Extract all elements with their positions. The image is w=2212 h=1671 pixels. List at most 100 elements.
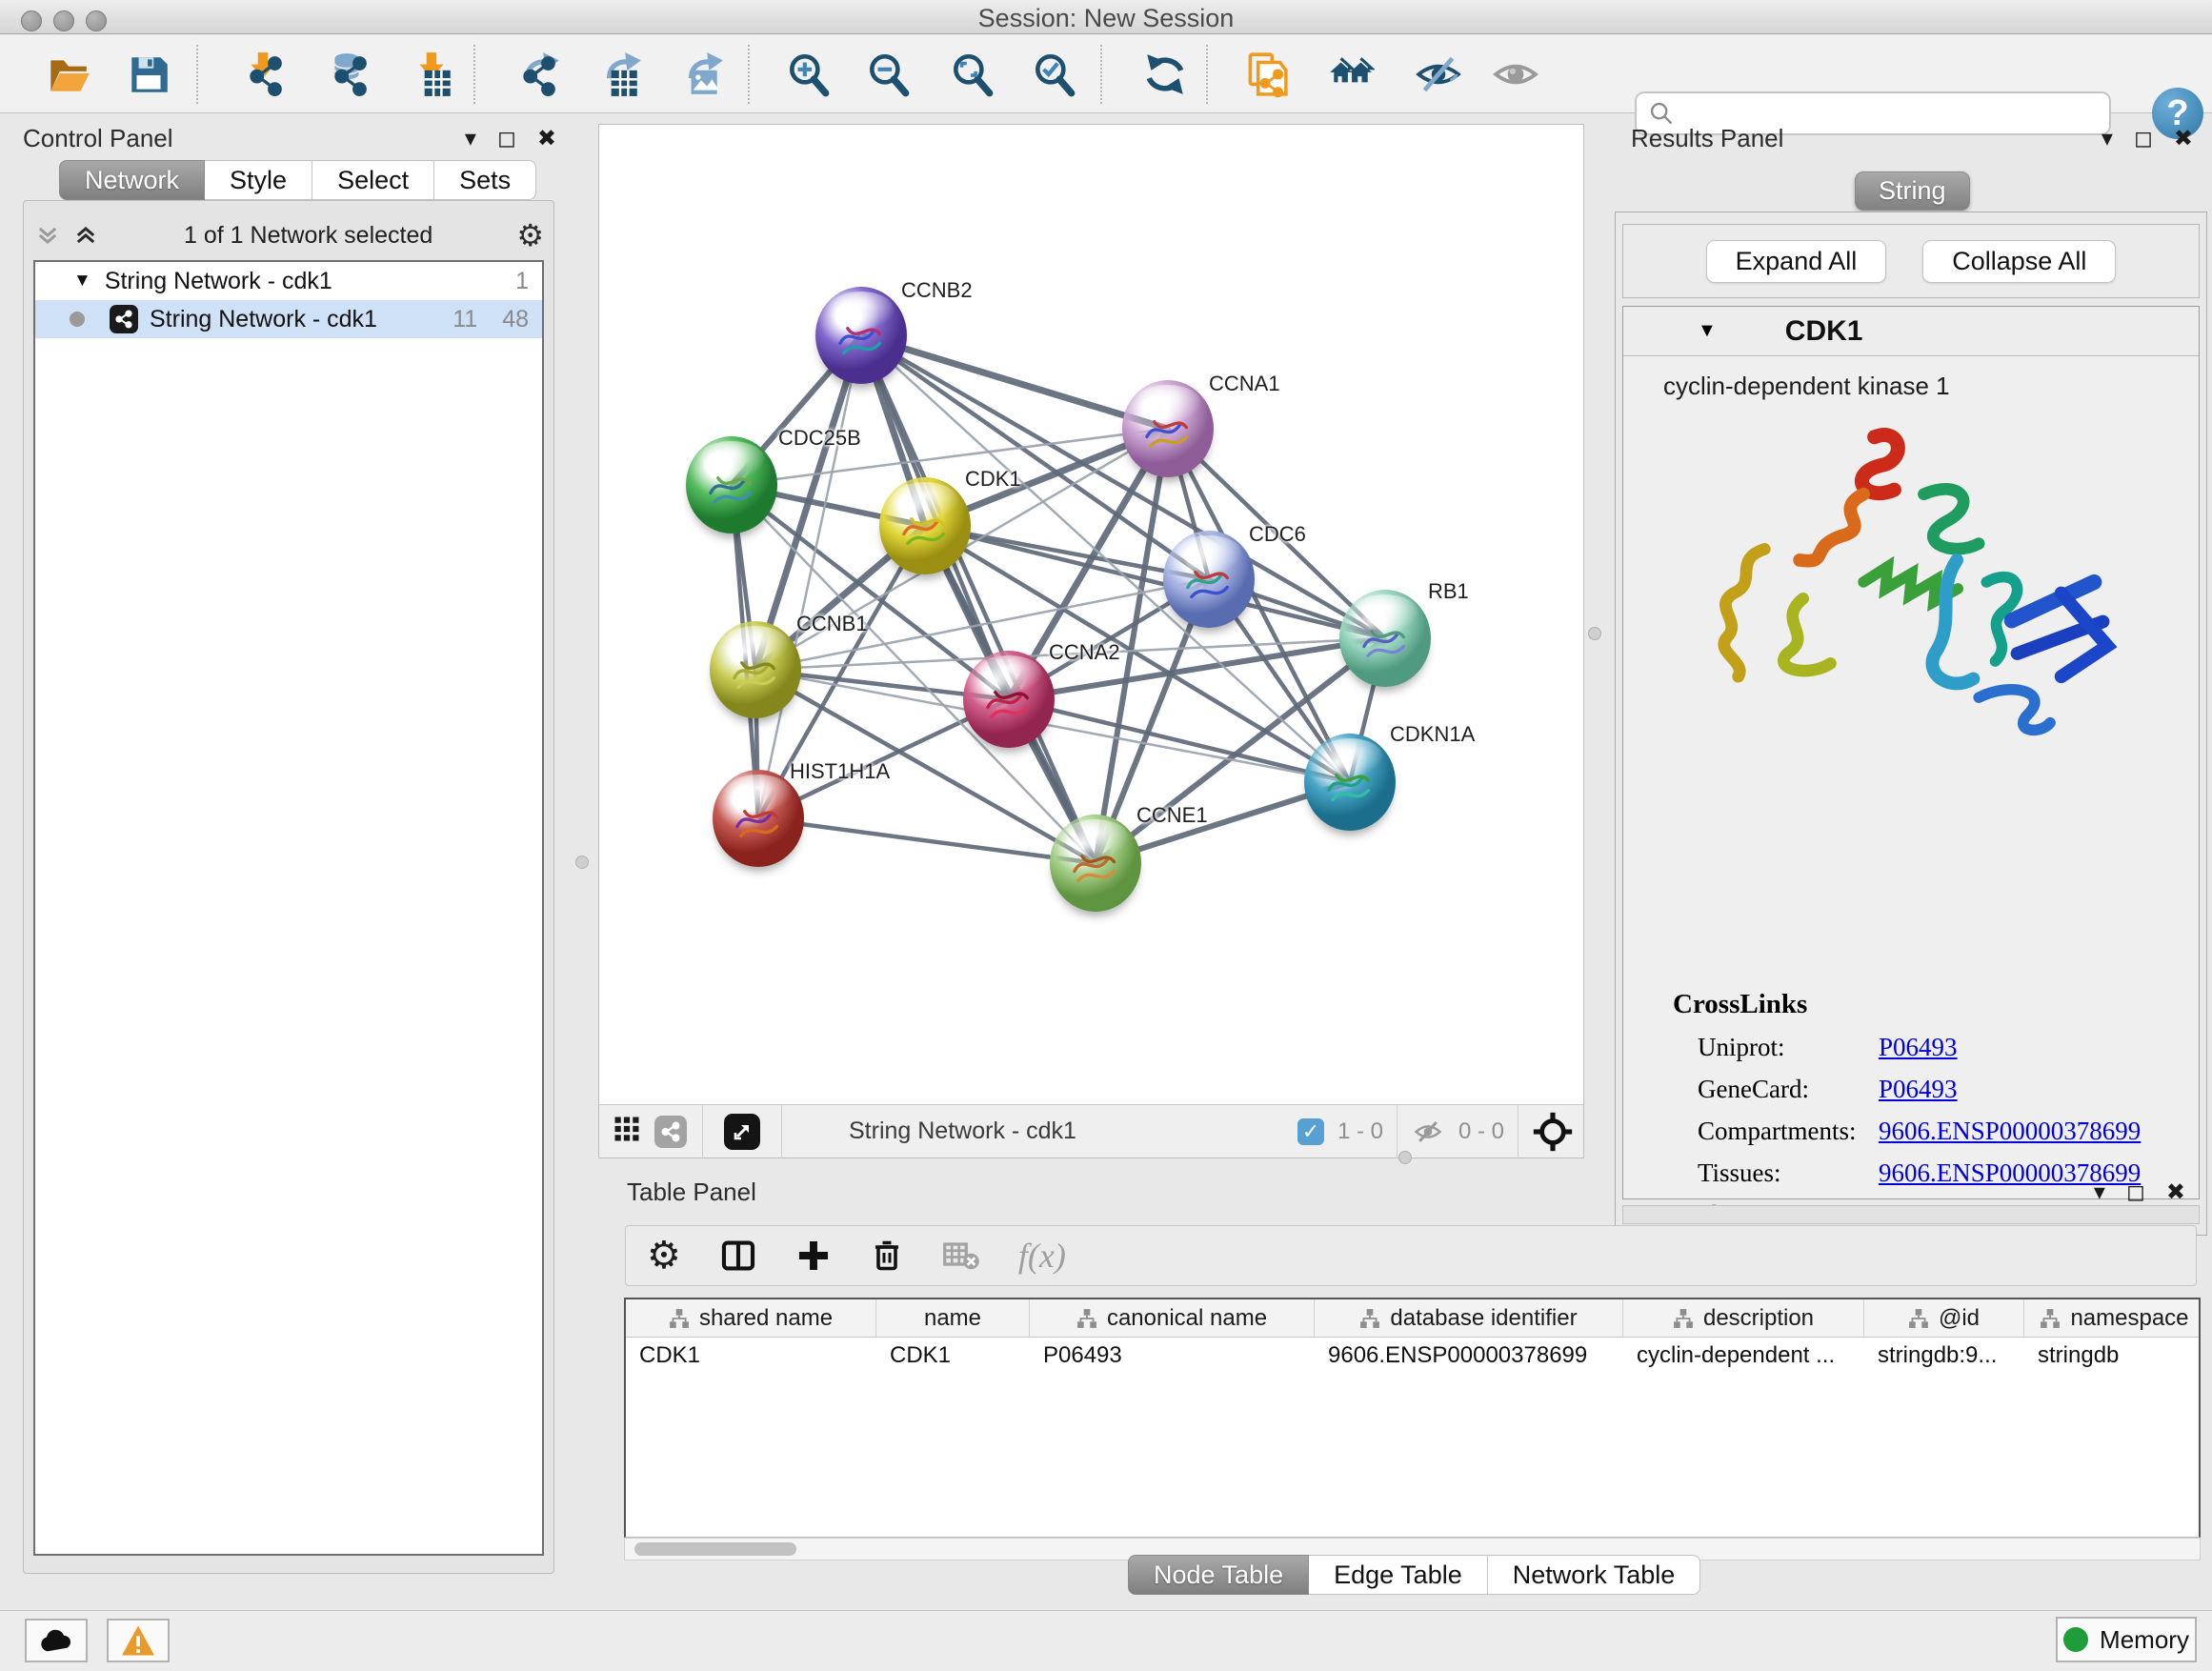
tab-sets[interactable]: Sets [434, 160, 536, 200]
crosslink-link[interactable]: P06493 [1879, 1033, 1958, 1062]
table-cell[interactable]: stringdb [2024, 1338, 2201, 1374]
fit-selected-crosshair-icon[interactable] [1532, 1111, 1574, 1153]
zoom-selected-button[interactable] [1029, 49, 1080, 100]
tab-edge-table[interactable]: Edge Table [1309, 1555, 1488, 1595]
birdseye-grid-icon[interactable] [613, 1115, 641, 1148]
node-result-header[interactable]: ▼ CDK1 [1623, 307, 2199, 356]
network-node-cdc25b[interactable] [686, 436, 777, 534]
network-node-cdk1[interactable] [879, 477, 971, 574]
network-share-icon[interactable] [654, 1116, 687, 1148]
network-collection-row[interactable]: ▼ String Network - cdk1 1 [35, 262, 542, 300]
cloud-button[interactable] [25, 1619, 88, 1662]
zoom-fit-icon [949, 50, 996, 98]
show-columns-icon[interactable] [719, 1238, 757, 1274]
table-row[interactable]: CDK1CDK1P064939606.ENSP00000378699cyclin… [626, 1338, 2199, 1374]
column-header-namespace[interactable]: namespace [2024, 1299, 2201, 1337]
import-database-button[interactable] [323, 49, 374, 100]
delete-column-trash-icon[interactable] [870, 1237, 904, 1275]
export-table-button[interactable] [593, 49, 645, 100]
panel-float-icon[interactable]: ◻ [497, 128, 516, 151]
table-cell[interactable]: CDK1 [876, 1338, 1030, 1374]
panel-splitter-handle[interactable] [575, 856, 589, 869]
table-cell[interactable]: CDK1 [626, 1338, 876, 1374]
network-node-rb1[interactable] [1339, 590, 1431, 687]
crosslink-link[interactable]: P06493 [1879, 1075, 1958, 1104]
network-node-hist1h1a[interactable] [713, 770, 804, 867]
table-cell[interactable]: 9606.ENSP00000378699 [1315, 1338, 1623, 1374]
selected-checkbox[interactable]: ✓ [1297, 1118, 1324, 1145]
warnings-button[interactable] [107, 1619, 170, 1662]
panel-float-icon[interactable]: ◻ [2134, 128, 2153, 151]
network-node-cdc6[interactable] [1163, 531, 1255, 628]
node-ribbon-thumbnail [700, 455, 762, 515]
panel-splitter-handle[interactable] [1398, 1151, 1412, 1164]
expand-all-button[interactable]: Expand All [1706, 240, 1887, 283]
zoom-fit-button[interactable] [947, 49, 998, 100]
column-header-database-identifier[interactable]: database identifier [1315, 1299, 1623, 1337]
import-database-icon [325, 50, 372, 98]
panel-splitter-handle[interactable] [1588, 627, 1601, 640]
zoom-in-button[interactable] [783, 49, 835, 100]
tab-select[interactable]: Select [312, 160, 434, 200]
table-panel-title: Table Panel [627, 1178, 756, 1207]
network-canvas[interactable]: CCNB2 CCNA1 CDC25B CDK1 CDC6 [599, 125, 1583, 1104]
memory-button[interactable]: Memory [2056, 1617, 2197, 1662]
column-header-description[interactable]: description [1623, 1299, 1864, 1337]
tab-network[interactable]: Network [59, 160, 205, 200]
network-node-cdkn1a[interactable] [1304, 734, 1396, 831]
table-settings-gear-icon[interactable]: ⚙ [647, 1237, 681, 1275]
crosslink-link[interactable]: 9606.ENSP00000378699 [1879, 1117, 2141, 1146]
results-tab-string[interactable]: String [1855, 171, 1970, 211]
open-in-window-icon[interactable] [724, 1114, 760, 1150]
export-image-button[interactable] [675, 49, 727, 100]
crosslink-label: GeneCard: [1698, 1075, 1879, 1104]
collection-expand-icon[interactable]: ▼ [73, 271, 91, 292]
expand-all-icon[interactable] [33, 222, 62, 249]
network-node-ccna2[interactable] [963, 651, 1055, 748]
column-header-name[interactable]: name [876, 1299, 1030, 1337]
tab-node-table[interactable]: Node Table [1128, 1555, 1309, 1595]
node-label-hist1h1a: HIST1H1A [790, 759, 890, 784]
zoom-out-button[interactable] [863, 49, 915, 100]
collapse-all-button[interactable]: Collapse All [1922, 240, 2116, 283]
add-column-icon[interactable] [795, 1238, 832, 1274]
column-header-shared-name[interactable]: shared name [626, 1299, 876, 1337]
show-all-button[interactable] [1490, 49, 1541, 100]
panel-float-icon[interactable]: ◻ [2126, 1181, 2145, 1204]
refresh-button[interactable] [1139, 49, 1191, 100]
table-cell[interactable]: P06493 [1030, 1338, 1315, 1374]
column-header-canonical-name[interactable]: canonical name [1030, 1299, 1315, 1337]
import-network-button[interactable] [238, 49, 290, 100]
scrollbar-thumb[interactable] [634, 1542, 796, 1556]
open-session-button[interactable] [42, 49, 93, 100]
tab-network-table[interactable]: Network Table [1488, 1555, 1701, 1595]
tab-style[interactable]: Style [205, 160, 312, 200]
save-session-button[interactable] [123, 49, 174, 100]
table-cell[interactable]: stringdb:9... [1864, 1338, 2024, 1374]
panel-menu-icon[interactable]: ▾ [2094, 1181, 2105, 1204]
delete-table-icon[interactable] [942, 1238, 980, 1273]
edge-layer [599, 125, 1583, 1104]
panel-menu-icon[interactable]: ▾ [2101, 128, 2113, 151]
panel-menu-icon[interactable]: ▾ [465, 128, 476, 151]
section-collapse-icon[interactable]: ▼ [1698, 320, 1717, 342]
hidden-eye-slash-icon[interactable] [1411, 1117, 1445, 1146]
table-cell[interactable]: cyclin-dependent ... [1623, 1338, 1864, 1374]
network-node-ccne1[interactable] [1050, 815, 1141, 912]
hide-selected-button[interactable] [1413, 49, 1464, 100]
panel-close-icon[interactable]: ✖ [537, 128, 556, 151]
duplicate-network-button[interactable] [1239, 49, 1291, 100]
panel-close-icon[interactable]: ✖ [2174, 128, 2193, 151]
import-table-button[interactable] [407, 49, 458, 100]
network-options-gear-icon[interactable]: ⚙ [516, 217, 544, 253]
column-header-id[interactable]: @id [1864, 1299, 2024, 1337]
network-node-ccna1[interactable] [1122, 380, 1214, 477]
network-node-ccnb1[interactable] [710, 621, 801, 718]
first-neighbors-button[interactable] [1325, 49, 1377, 100]
collapse-all-icon[interactable] [71, 222, 100, 249]
network-node-ccnb2[interactable] [815, 287, 907, 384]
export-network-button[interactable] [512, 49, 563, 100]
network-row-selected[interactable]: String Network - cdk1 11 48 [35, 300, 542, 338]
panel-close-icon[interactable]: ✖ [2166, 1181, 2185, 1204]
function-builder-icon[interactable]: f(x) [1018, 1236, 1066, 1276]
